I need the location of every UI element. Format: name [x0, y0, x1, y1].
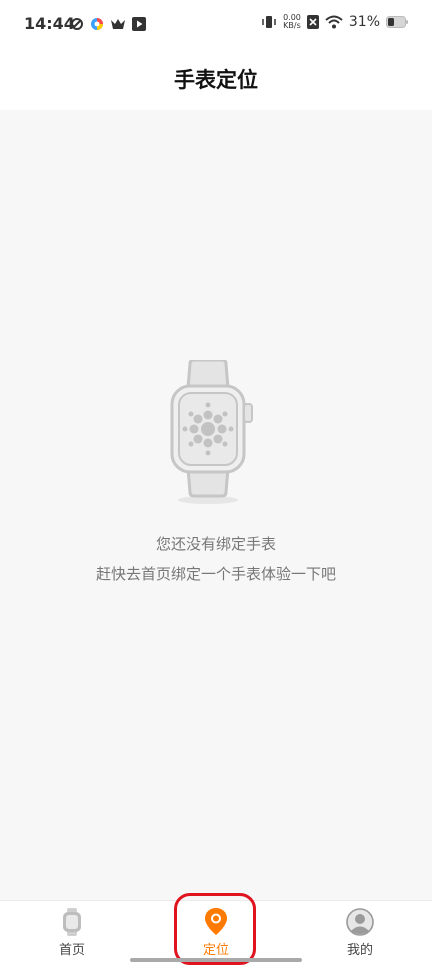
play-app-icon: [132, 17, 146, 31]
smartwatch-illustration-icon: [170, 360, 253, 504]
network-speed: 0.00 KB/s: [283, 14, 301, 30]
status-system-icons: 0.00 KB/s 31%: [261, 14, 408, 30]
network-speed-unit: KB/s: [283, 21, 301, 30]
page-title: 手表定位: [174, 68, 258, 92]
sync-icon: [71, 18, 83, 30]
empty-state-hint: 赶快去首页绑定一个手表体验一下吧: [95, 565, 336, 583]
nav-item-location[interactable]: 定位: [166, 907, 266, 965]
crown-icon: [111, 19, 125, 29]
main-content: 您还没有绑定手表 赶快去首页绑定一个手表体验一下吧: [0, 110, 432, 900]
home-indicator[interactable]: [130, 958, 302, 962]
watch-icon: [63, 908, 81, 936]
status-bar: 14:44 0.00 KB/s 31%: [0, 0, 432, 50]
app-color-icon: [91, 18, 103, 30]
bottom-navigation: 首页 定位 我的: [0, 900, 432, 965]
battery-percent: 31%: [348, 14, 380, 30]
nav-label-profile: 我的: [346, 943, 373, 958]
nav-label-location: 定位: [202, 943, 229, 958]
nav-item-profile[interactable]: 我的: [310, 907, 410, 965]
wifi-icon: [325, 15, 343, 29]
app-header: 手表定位: [0, 50, 432, 110]
nav-item-home[interactable]: 首页: [22, 907, 122, 965]
location-pin-icon: [205, 908, 227, 935]
status-notification-icons: [70, 17, 146, 31]
vibrate-icon: [262, 16, 276, 28]
battery-icon: [386, 16, 408, 28]
nav-label-home: 首页: [58, 943, 85, 958]
status-time: 14:44: [24, 14, 75, 33]
empty-state-message: 您还没有绑定手表: [155, 535, 276, 553]
profile-icon: [346, 908, 374, 936]
sim-blocked-icon: [306, 15, 319, 29]
